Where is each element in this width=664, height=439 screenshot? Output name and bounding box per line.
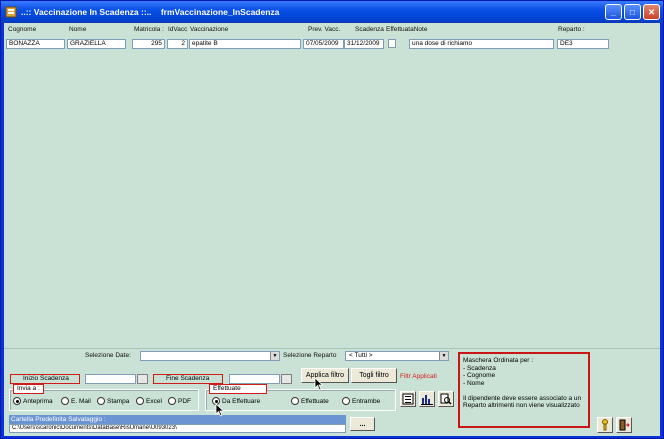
cell-matricola[interactable]: 295 bbox=[132, 39, 165, 49]
chevron-down-icon: ▼ bbox=[439, 352, 448, 360]
mouse-cursor-icon bbox=[314, 377, 324, 391]
header-effettuata-note: EffettuataNote bbox=[386, 26, 428, 33]
header-matricola: Matricola : bbox=[134, 26, 164, 33]
window-title: ..:: Vaccinazione In Scadenza ::.. frmVa… bbox=[21, 7, 280, 17]
header-nome: Nome bbox=[69, 26, 87, 33]
radio-dot bbox=[342, 397, 350, 405]
radio-label: Entrambe bbox=[352, 397, 381, 405]
invia-title: Invia a : bbox=[13, 384, 44, 394]
applica-filtro-button[interactable]: Applica filtro bbox=[301, 368, 349, 383]
effettuata-checkbox[interactable] bbox=[388, 39, 396, 48]
exit-door-icon bbox=[619, 419, 630, 431]
bar-chart-icon bbox=[421, 395, 433, 405]
inizio-scadenza-text: Inizio Scadenza bbox=[23, 375, 69, 382]
cell-cognome[interactable]: BONAZZA bbox=[6, 39, 65, 49]
selezione-date-label: Selezione Date: bbox=[85, 352, 131, 359]
radio-stampa[interactable]: Stampa bbox=[97, 397, 129, 405]
togli-filtro-button[interactable]: Togli filtro bbox=[351, 368, 397, 383]
title-bar[interactable]: ..:: Vaccinazione In Scadenza ::.. frmVa… bbox=[1, 1, 663, 23]
radio-pdf[interactable]: PDF bbox=[168, 397, 191, 405]
header-scadenza: Scadenza bbox=[355, 26, 384, 33]
radio-dot bbox=[291, 397, 299, 405]
chevron-down-icon: ▼ bbox=[270, 352, 279, 360]
filtro-status: Filtr Applicati bbox=[400, 373, 437, 380]
inizio-scadenza-label: Inizio Scadenza bbox=[10, 374, 80, 384]
radio-dot bbox=[13, 397, 21, 405]
radio-dot bbox=[61, 397, 69, 405]
header-prev-vacc: Prev. Vacc. bbox=[308, 26, 341, 33]
browse-folder-button[interactable]: ... bbox=[350, 417, 375, 431]
radio-label: Da Effettuare bbox=[222, 397, 261, 405]
header-cognome: Cognome bbox=[8, 26, 37, 33]
cell-nome[interactable]: GRAZIELLA bbox=[67, 39, 126, 49]
radio-dot bbox=[136, 397, 144, 405]
cell-vaccinazione[interactable]: epatite B bbox=[189, 39, 301, 49]
preview-button[interactable] bbox=[438, 391, 454, 407]
chart-report-button[interactable] bbox=[419, 391, 435, 407]
header-idvacc: IdVacc bbox=[168, 26, 188, 33]
cell-scadenza[interactable]: 31/12/2009 bbox=[344, 39, 384, 49]
effettuate-title: Effettuate bbox=[209, 384, 267, 394]
radio-effettuate[interactable]: Effettuate bbox=[291, 397, 329, 405]
close-icon: ✕ bbox=[647, 6, 656, 17]
radio-anteprima[interactable]: Anteprima bbox=[13, 397, 53, 405]
selezione-date-select[interactable]: ▼ bbox=[140, 351, 280, 361]
fine-scadenza-text: Fine Scadenza bbox=[166, 375, 210, 382]
cell-note[interactable]: una dose di richiamo bbox=[409, 39, 554, 49]
exit-button[interactable] bbox=[616, 417, 632, 433]
cell-reparto[interactable]: DE3 bbox=[557, 39, 609, 49]
mouse-cursor-icon bbox=[215, 403, 225, 417]
minimize-button[interactable]: _ bbox=[605, 4, 622, 20]
maximize-button[interactable]: □ bbox=[624, 4, 641, 20]
selezione-reparto-label: Selezione Reparto bbox=[283, 352, 337, 359]
help-button[interactable] bbox=[597, 417, 613, 433]
header-reparto: Reparto : bbox=[558, 26, 585, 33]
radio-dot bbox=[97, 397, 105, 405]
main-window: ..:: Vaccinazione In Scadenza ::.. frmVa… bbox=[0, 0, 664, 439]
info-note: Maschera Ordinata per : - Scadenza - Cog… bbox=[458, 352, 590, 428]
radio-email[interactable]: E. Mail bbox=[61, 397, 91, 405]
form-body: Cognome Nome Matricola : IdVacc Vaccinaz… bbox=[4, 23, 660, 436]
calendar-icon[interactable] bbox=[281, 374, 292, 384]
maximize-icon: □ bbox=[629, 7, 636, 17]
reparto-select[interactable]: < Tutti > ▼ bbox=[345, 351, 449, 361]
cell-idvacc[interactable]: 2 bbox=[167, 39, 188, 49]
radio-label: Stampa bbox=[107, 397, 130, 405]
inizio-scadenza-input[interactable] bbox=[85, 374, 136, 384]
fine-scadenza-input[interactable] bbox=[229, 374, 280, 384]
radio-label: Effettuate bbox=[301, 397, 329, 405]
radio-label: Excel bbox=[146, 397, 162, 405]
cell-prev-vacc[interactable]: 07/05/2009 bbox=[303, 39, 344, 49]
list-icon bbox=[402, 393, 414, 405]
cartella-label: Cartella Predefinita Salvataggio : bbox=[9, 415, 346, 424]
list-report-button[interactable] bbox=[400, 391, 416, 407]
key-icon bbox=[602, 419, 608, 431]
cartella-path[interactable]: C:\Users\scaronic\Documents\DataBase\Ris… bbox=[9, 424, 346, 433]
radio-dot bbox=[168, 397, 176, 405]
fine-scadenza-label: Fine Scadenza bbox=[153, 374, 223, 384]
app-icon bbox=[5, 6, 17, 18]
radio-label: E. Mail bbox=[71, 397, 91, 405]
radio-label: Anteprima bbox=[23, 397, 53, 405]
radio-excel[interactable]: Excel bbox=[136, 397, 162, 405]
calendar-icon[interactable] bbox=[137, 374, 148, 384]
radio-entrambe[interactable]: Entrambe bbox=[342, 397, 380, 405]
reparto-value: < Tutti > bbox=[349, 352, 373, 359]
header-vaccinazione: Vaccinazione bbox=[190, 26, 229, 33]
magnifier-icon bbox=[440, 393, 452, 405]
minimize-icon: _ bbox=[611, 7, 616, 17]
close-button[interactable]: ✕ bbox=[643, 4, 660, 20]
radio-label: PDF bbox=[178, 397, 191, 405]
